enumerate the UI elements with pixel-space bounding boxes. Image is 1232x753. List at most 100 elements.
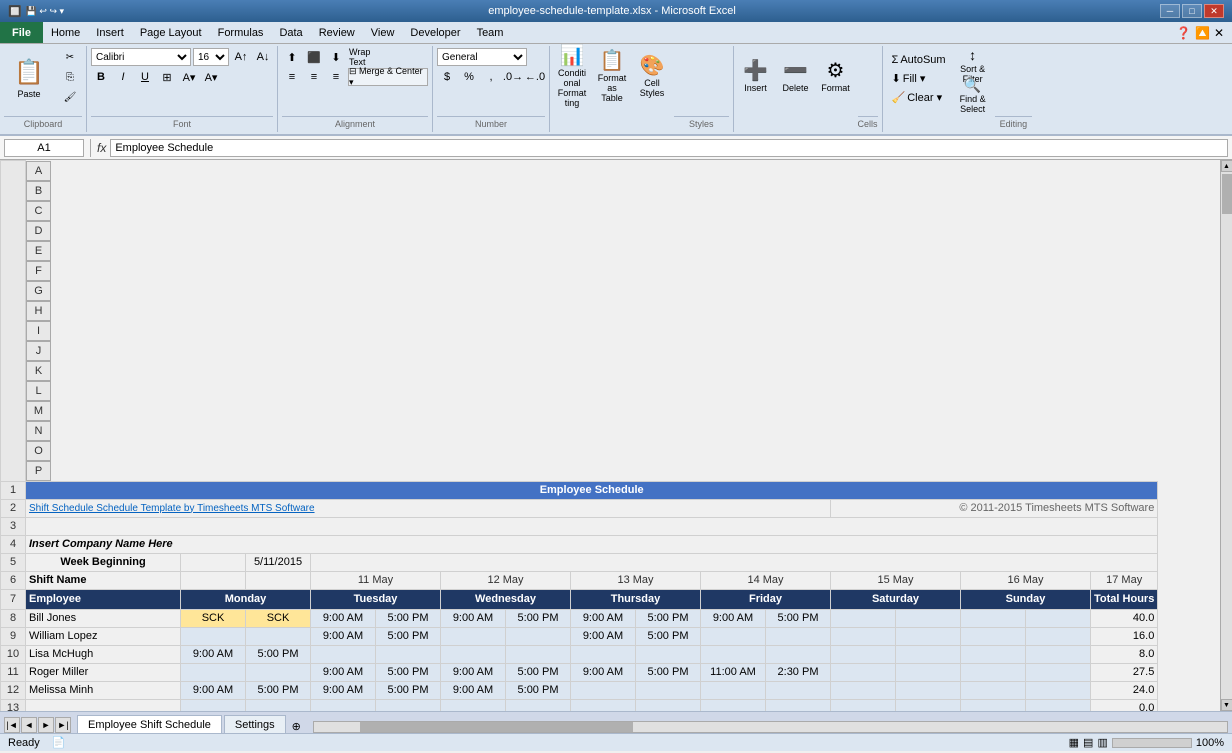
align-middle-button[interactable]: ⬛	[304, 48, 324, 66]
close-ribbon-icon[interactable]: ✕	[1214, 26, 1224, 40]
restore-button[interactable]: □	[1182, 4, 1202, 18]
insert-sheet-button[interactable]: ⊕	[288, 720, 305, 733]
cell-i12[interactable]	[636, 681, 701, 699]
cell-d9[interactable]: 9:00 AM	[311, 627, 376, 645]
cell-h13[interactable]	[571, 699, 636, 711]
col-header-g[interactable]: G	[26, 281, 51, 301]
grid-container[interactable]: A B C D E F G H I J K L M N O	[0, 160, 1220, 711]
font-family-select[interactable]: Calibri	[91, 48, 191, 66]
ribbon-minimize-icon[interactable]: 🔼	[1195, 26, 1210, 40]
decrease-decimal-button[interactable]: ←.0	[525, 68, 545, 86]
row-num-2[interactable]: 2	[1, 499, 26, 517]
sheet-nav-last[interactable]: ►|	[55, 717, 71, 733]
col-header-e[interactable]: E	[26, 241, 51, 261]
sheet-nav[interactable]: |◄ ◄ ► ►|	[4, 717, 71, 733]
cell-o10[interactable]	[1026, 645, 1091, 663]
cell-d13[interactable]	[311, 699, 376, 711]
cell-a2[interactable]: Shift Schedule Schedule Template by Time…	[26, 499, 831, 517]
col-header-l[interactable]: L	[26, 381, 51, 401]
cell-l9[interactable]	[831, 627, 896, 645]
comma-button[interactable]: ,	[481, 68, 501, 86]
cell-j11[interactable]: 11:00 AM	[701, 663, 766, 681]
align-top-button[interactable]: ⬆	[282, 48, 302, 66]
cell-i8[interactable]: 5:00 PM	[636, 609, 701, 627]
copy-button[interactable]: ⎘	[58, 68, 82, 86]
cell-p11[interactable]: 27.5	[1091, 663, 1158, 681]
sort-filter-button[interactable]: ↕ Sort & Filter	[955, 52, 991, 80]
cell-m13[interactable]	[896, 699, 961, 711]
menu-view[interactable]: View	[363, 22, 403, 43]
cell-m12[interactable]	[896, 681, 961, 699]
cell-o11[interactable]	[1026, 663, 1091, 681]
name-box[interactable]: A1	[4, 139, 84, 157]
horizontal-scrollbar[interactable]	[313, 721, 1228, 733]
cell-k10[interactable]	[766, 645, 831, 663]
cell-l10[interactable]	[831, 645, 896, 663]
h-scroll-thumb[interactable]	[360, 722, 634, 732]
view-break-icon[interactable]: ▥	[1097, 736, 1107, 749]
close-button[interactable]: ✕	[1204, 4, 1224, 18]
cell-c12[interactable]: 5:00 PM	[246, 681, 311, 699]
cell-h12[interactable]	[571, 681, 636, 699]
font-size-select[interactable]: 16	[193, 48, 229, 66]
format-button[interactable]: ⚙ Format	[818, 48, 854, 106]
cell-e10[interactable]	[376, 645, 441, 663]
cell-k11[interactable]: 2:30 PM	[766, 663, 831, 681]
cell-k12[interactable]	[766, 681, 831, 699]
col-header-j[interactable]: J	[26, 341, 51, 361]
view-layout-icon[interactable]: ▤	[1083, 736, 1093, 749]
col-header-m[interactable]: M	[26, 401, 51, 421]
cell-l13[interactable]	[831, 699, 896, 711]
row-num-13[interactable]: 13	[1, 699, 26, 711]
cell-b11[interactable]	[181, 663, 246, 681]
cell-g13[interactable]	[506, 699, 571, 711]
cell-a4[interactable]: Insert Company Name Here	[26, 535, 1158, 553]
cell-g12[interactable]: 5:00 PM	[506, 681, 571, 699]
col-header-k[interactable]: K	[26, 361, 51, 381]
clear-button[interactable]: 🧹 Clear ▾	[887, 89, 951, 106]
sheet-tab-employee[interactable]: Employee Shift Schedule	[77, 715, 222, 733]
cell-c13[interactable]	[246, 699, 311, 711]
cell-a10[interactable]: Lisa McHugh	[26, 645, 181, 663]
cell-f13[interactable]	[441, 699, 506, 711]
help-icon[interactable]: ❓	[1176, 26, 1191, 40]
scroll-up-button[interactable]: ▲	[1221, 160, 1232, 172]
cell-l8[interactable]	[831, 609, 896, 627]
scroll-down-button[interactable]: ▼	[1221, 699, 1232, 711]
col-header-f[interactable]: F	[26, 261, 51, 281]
scroll-thumb[interactable]	[1222, 174, 1232, 214]
cell-e9[interactable]: 5:00 PM	[376, 627, 441, 645]
cell-styles-button[interactable]: 🎨 Cell Styles	[634, 48, 670, 106]
cell-n8[interactable]	[961, 609, 1026, 627]
cell-d10[interactable]	[311, 645, 376, 663]
cell-b9[interactable]	[181, 627, 246, 645]
cell-m11[interactable]	[896, 663, 961, 681]
delete-button[interactable]: ➖ Delete	[778, 48, 814, 106]
window-controls[interactable]: ─ □ ✕	[1160, 4, 1224, 18]
cell-c11[interactable]	[246, 663, 311, 681]
col-header-h[interactable]: H	[26, 301, 51, 321]
cell-o8[interactable]	[1026, 609, 1091, 627]
cell-m8[interactable]	[896, 609, 961, 627]
cell-d11[interactable]: 9:00 AM	[311, 663, 376, 681]
wrap-text-button[interactable]: Wrap Text	[348, 48, 388, 66]
cell-o9[interactable]	[1026, 627, 1091, 645]
cell-a11[interactable]: Roger Miller	[26, 663, 181, 681]
cell-j9[interactable]	[701, 627, 766, 645]
cell-e12[interactable]: 5:00 PM	[376, 681, 441, 699]
format-as-table-button[interactable]: 📋 Format as Table	[594, 48, 630, 106]
decrease-font-button[interactable]: A↓	[253, 48, 273, 66]
row-num-6[interactable]: 6	[1, 571, 26, 589]
cell-b13[interactable]	[181, 699, 246, 711]
cell-g11[interactable]: 5:00 PM	[506, 663, 571, 681]
cell-e11[interactable]: 5:00 PM	[376, 663, 441, 681]
cell-i10[interactable]	[636, 645, 701, 663]
cell-a1[interactable]: Employee Schedule	[26, 481, 1158, 499]
cell-p8[interactable]: 40.0	[1091, 609, 1158, 627]
cell-d8[interactable]: 9:00 AM	[311, 609, 376, 627]
autosum-button[interactable]: Σ AutoSum	[887, 52, 951, 68]
row-num-10[interactable]: 10	[1, 645, 26, 663]
cell-m10[interactable]	[896, 645, 961, 663]
cell-n11[interactable]	[961, 663, 1026, 681]
format-painter-button[interactable]: 🖌	[58, 88, 82, 106]
